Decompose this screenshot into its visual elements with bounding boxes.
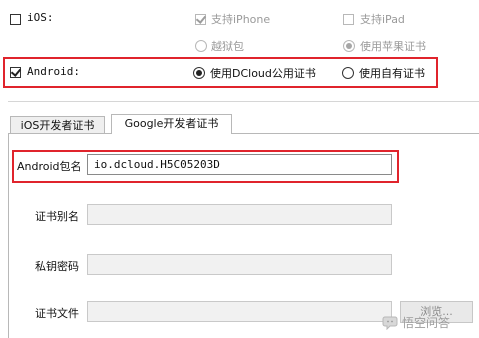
separator-line <box>8 101 479 102</box>
package-name-value: io.dcloud.H5C05203D <box>94 158 220 171</box>
check-icon <box>10 66 22 77</box>
ios-label: iOS: <box>27 11 54 24</box>
support-iphone-checkbox[interactable] <box>195 13 207 25</box>
cert-alias-label: 证书别名 <box>35 210 79 223</box>
apple-cert-label: 使用苹果证书 <box>360 40 426 53</box>
private-key-password-input[interactable] <box>87 254 392 275</box>
radio-selected-dot-icon <box>346 43 352 49</box>
own-cert-label: 使用自有证书 <box>359 67 425 80</box>
tab-google-developer-cert[interactable]: Google开发者证书 <box>111 114 232 134</box>
support-ipad-checkbox[interactable] <box>343 14 354 25</box>
radio-selected-dot-icon <box>196 70 202 76</box>
jailbreak-radio[interactable] <box>195 40 207 52</box>
watermark: 悟空问答 <box>382 314 450 331</box>
support-iphone-label: 支持iPhone <box>211 13 271 26</box>
tab-ios-developer-cert[interactable]: iOS开发者证书 <box>10 116 105 134</box>
android-label: Android: <box>27 65 80 78</box>
cert-file-label: 证书文件 <box>35 307 79 320</box>
apple-cert-radio[interactable] <box>343 40 355 52</box>
dcloud-cert-radio[interactable] <box>193 67 205 79</box>
dcloud-cert-label: 使用DCloud公用证书 <box>210 67 316 80</box>
private-key-password-label: 私钥密码 <box>35 260 79 273</box>
android-checkbox[interactable] <box>10 66 22 78</box>
support-ipad-label: 支持iPad <box>360 13 405 26</box>
watermark-text: 悟空问答 <box>402 316 451 330</box>
ios-checkbox[interactable] <box>10 14 21 25</box>
own-cert-radio[interactable] <box>342 67 354 79</box>
jailbreak-label: 越狱包 <box>211 40 244 53</box>
cert-alias-input[interactable] <box>87 204 392 225</box>
speech-bubble-icon <box>382 316 398 330</box>
cert-file-input[interactable] <box>87 301 392 322</box>
check-icon <box>195 13 207 24</box>
package-name-label: Android包名 <box>17 160 82 173</box>
package-name-input[interactable]: io.dcloud.H5C05203D <box>87 154 392 175</box>
